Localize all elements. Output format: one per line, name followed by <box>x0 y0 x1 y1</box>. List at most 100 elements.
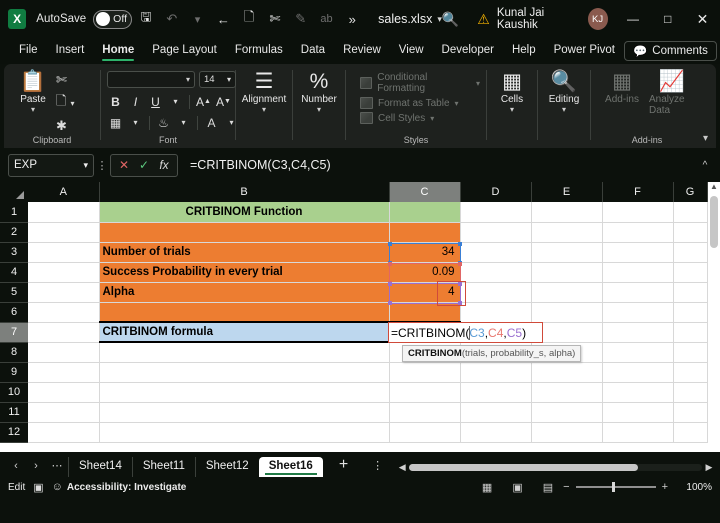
cell-f5[interactable] <box>602 282 674 303</box>
undo-icon[interactable]: ↶ <box>160 6 184 32</box>
cell-a6[interactable] <box>28 302 100 323</box>
cell-g4[interactable] <box>673 262 708 283</box>
cell-c11[interactable] <box>389 402 461 423</box>
cell-b9[interactable] <box>99 362 390 383</box>
ribbon-tab-view[interactable]: View <box>390 41 433 61</box>
autosave-toggle[interactable]: Off <box>93 9 133 29</box>
cell-f2[interactable] <box>602 222 674 243</box>
ribbon-tab-insert[interactable]: Insert <box>47 41 94 61</box>
ribbon-tab-file[interactable]: File <box>10 41 47 61</box>
ribbon-tab-developer[interactable]: Developer <box>433 41 503 61</box>
cell-a10[interactable] <box>28 382 100 403</box>
minimize-icon[interactable]: — <box>616 0 651 38</box>
cell-b1[interactable]: CRITBINOM Function <box>99 202 390 223</box>
row-header-8[interactable]: 8 <box>0 342 28 363</box>
cell-d5[interactable] <box>460 282 532 303</box>
alignment-button[interactable]: ☰ Alignment ▾ <box>242 67 286 114</box>
borders-chevron-icon[interactable]: ▾ <box>127 114 144 131</box>
ribbon-collapse-icon[interactable]: ▾ <box>703 133 708 144</box>
page-layout-view-icon[interactable]: ▣ <box>512 481 522 494</box>
cell-b8[interactable] <box>99 342 390 363</box>
cell-b6[interactable] <box>99 302 390 323</box>
cell-d3[interactable] <box>460 242 532 263</box>
sheet-tab-sheet16[interactable]: Sheet16 <box>258 457 323 477</box>
sheet-tab-sheet11[interactable]: Sheet11 <box>131 457 195 477</box>
row-header-12[interactable]: 12 <box>0 422 28 443</box>
bold-button[interactable]: B <box>107 93 124 110</box>
cell-g3[interactable] <box>673 242 708 263</box>
fill-color-icon[interactable]: ♨ <box>155 114 172 131</box>
cell-b10[interactable] <box>99 382 390 403</box>
scroll-up-icon[interactable]: ▲ <box>708 182 720 191</box>
cell-d10[interactable] <box>460 382 532 403</box>
save-icon[interactable]: 🖫 <box>134 6 158 32</box>
column-header-e[interactable]: E <box>531 182 603 202</box>
add-sheet-button[interactable]: + <box>323 456 364 477</box>
row-header-6[interactable]: 6 <box>0 302 28 323</box>
paste-button[interactable]: 📋 Paste ▾ <box>10 67 56 114</box>
zoom-level-label[interactable]: 100% <box>680 482 712 493</box>
cell-g9[interactable] <box>673 362 708 383</box>
cell-f4[interactable] <box>602 262 674 283</box>
cut-button[interactable]: ✄ <box>56 72 74 88</box>
cell-b11[interactable] <box>99 402 390 423</box>
underline-chevron-icon[interactable]: ▾ <box>167 93 184 110</box>
sheet-tab-sheet14[interactable]: Sheet14 <box>68 457 132 477</box>
warning-icon[interactable]: ⚠ <box>477 11 490 28</box>
font-size-chevron-icon[interactable]: ▾ <box>227 75 231 84</box>
enter-icon[interactable]: ✓ <box>135 158 153 172</box>
alignment-chevron-icon[interactable]: ▾ <box>262 106 266 114</box>
more-commands-icon[interactable]: » <box>340 6 364 32</box>
format-painter-icon[interactable]: ✎ <box>289 6 313 32</box>
cell-b4[interactable]: Success Probability in every trial <box>99 262 390 283</box>
grow-font-button[interactable]: A ▲ <box>195 93 212 110</box>
font-color-icon[interactable]: A <box>203 114 220 131</box>
column-header-a[interactable]: A <box>28 182 100 202</box>
cell-a3[interactable] <box>28 242 100 263</box>
ribbon-tab-home[interactable]: Home <box>93 41 143 61</box>
zoom-slider[interactable] <box>575 482 656 492</box>
analyze-data-button[interactable]: 📈 Analyze Data <box>649 67 695 117</box>
cell-e11[interactable] <box>531 402 603 423</box>
cell-f11[interactable] <box>602 402 674 423</box>
ribbon-tab-data[interactable]: Data <box>292 41 334 61</box>
italic-button[interactable]: I <box>127 93 144 110</box>
cell-g10[interactable] <box>673 382 708 403</box>
row-header-9[interactable]: 9 <box>0 362 28 383</box>
cell-f6[interactable] <box>602 302 674 323</box>
horizontal-scrollbar[interactable]: ◀ ▶ <box>391 462 720 477</box>
cell-f10[interactable] <box>602 382 674 403</box>
cell-a11[interactable] <box>28 402 100 423</box>
horizontal-scroll-track[interactable] <box>409 464 702 471</box>
cell-styles-button[interactable]: Cell Styles ▾ <box>360 112 480 124</box>
row-header-7[interactable]: 7 <box>0 322 28 343</box>
cell-e2[interactable] <box>531 222 603 243</box>
cell-g11[interactable] <box>673 402 708 423</box>
close-icon[interactable]: ✕ <box>685 0 720 38</box>
zoom-slider-knob[interactable] <box>611 482 615 492</box>
record-macro-icon[interactable]: ▣ <box>33 481 43 494</box>
account-name[interactable]: Kunal Jai Kaushik <box>497 7 581 31</box>
cell-g2[interactable] <box>673 222 708 243</box>
cell-d1[interactable] <box>460 202 532 223</box>
cell-g5[interactable] <box>673 282 708 303</box>
font-name-chevron-icon[interactable]: ▾ <box>186 75 190 84</box>
cell-b12[interactable] <box>99 422 390 443</box>
cell-c3[interactable]: 34 <box>389 242 461 263</box>
cell-d11[interactable] <box>460 402 532 423</box>
format-as-table-chevron-icon[interactable]: ▾ <box>455 99 459 108</box>
cell-g8[interactable] <box>673 342 708 363</box>
copy-button[interactable]: 🗋 ▾ <box>56 92 74 114</box>
column-header-d[interactable]: D <box>460 182 532 202</box>
page-break-view-icon[interactable]: ▤ <box>543 481 553 494</box>
cell-a12[interactable] <box>28 422 100 443</box>
cell-f7[interactable] <box>602 322 674 343</box>
next-sheet-icon[interactable]: › <box>26 460 46 477</box>
font-size-input[interactable]: 14 ▾ <box>199 71 236 88</box>
avatar[interactable]: KJ <box>587 8 608 30</box>
font-name-input[interactable]: ▾ <box>107 71 195 88</box>
cell-g1[interactable] <box>673 202 708 223</box>
cell-c9[interactable] <box>389 362 461 383</box>
column-header-c[interactable]: C <box>389 182 461 202</box>
copy-icon[interactable]: 🗋 <box>237 6 261 32</box>
